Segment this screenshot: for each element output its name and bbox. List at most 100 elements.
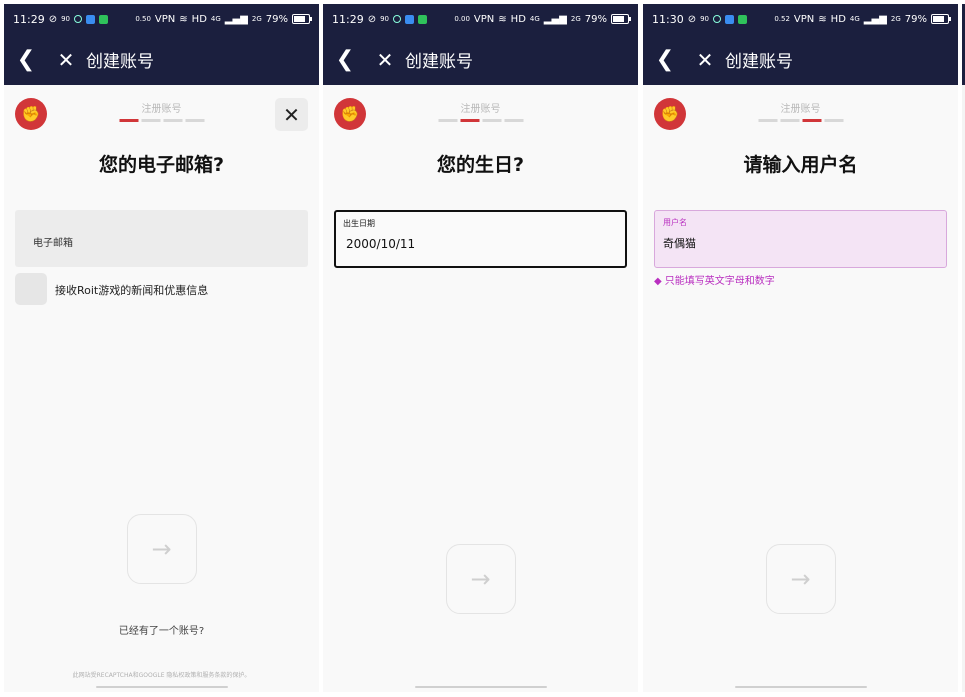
status-bar: 11:29 ⊘ 90 0.50 VPN ≋ HD 4G ▂▄▆ 2G 79% [4,4,319,34]
net-4g-label: 4G [210,15,221,23]
status-bar: 11:29 ⊘ 90 0.00 VPN ≋ HD 4G ▂▄▆ 2G 79% [323,4,638,34]
username-error-hint: ◆ 只能填写英文字母和数字 [654,272,775,287]
username-hint-text: 只能填写英文字母和数字 [664,276,775,287]
app-bar: ❮ ✕ 创建账号 [4,34,319,85]
username-field-label: 用户名 [663,218,687,227]
wifi-icon: ≋ [179,13,188,25]
wifi-icon: ≋ [498,13,507,25]
arrow-right-icon: → [790,565,811,593]
page-heading: 您的生日? [436,154,525,176]
step-label: 注册账号 [780,104,821,115]
battery-icon [292,14,312,24]
progress-step-4 [824,119,843,122]
status-signal-left: 90 [700,15,710,23]
status-time: 11:29 [13,12,45,26]
wechat-icon [99,14,109,24]
home-indicator [734,686,867,688]
net-2g-label: 2G [890,15,901,23]
vpn-label: VPN [793,13,815,25]
close-icon[interactable]: ✕ [367,48,403,72]
birthday-field[interactable]: 出生日期 2000/10/11 [334,210,627,268]
hd-label: HD [830,13,846,25]
progress-step-3 [802,119,821,122]
newsletter-checkbox-label: 接收Roit游戏的新闻和优惠信息 [55,284,209,297]
step-progress [758,119,843,122]
page-heading: 您的电子邮箱? [98,154,225,176]
hd-label: HD [510,13,526,25]
wechat-icon [418,14,428,24]
notification-icon [74,15,83,23]
status-signal-left: 90 [380,15,390,23]
notification-icon [713,15,722,23]
battery-percent: 79% [584,13,607,25]
app-notification-icon [725,14,735,24]
progress-step-1 [438,119,457,122]
back-icon[interactable]: ❮ [4,47,48,72]
net-speed: 0.50 [135,15,151,23]
mute-icon: ⊘ [48,13,58,25]
progress-step-2 [141,119,160,122]
progress-step-2 [460,119,479,122]
battery-icon [931,14,951,24]
phone-screen-username: 11:30 ⊘ 90 0.52 VPN ≋ HD 4G ▂▄▆ 2G 79% ❮… [643,4,958,692]
net-2g-label: 2G [251,15,262,23]
email-field-label: 电子邮箱 [33,238,73,249]
phone-screen-birthday: 11:29 ⊘ 90 0.00 VPN ≋ HD 4G ▂▄▆ 2G 79% ❮… [323,4,638,692]
step-label: 注册账号 [141,104,182,115]
page-heading: 请输入用户名 [743,154,858,176]
warning-diamond-icon: ◆ [654,276,662,287]
email-field[interactable]: 电子邮箱 [15,210,308,267]
vpn-label: VPN [473,13,495,25]
app-bar: ❮ ✕ 创建账号 [323,34,638,85]
hd-label: HD [191,13,207,25]
next-button[interactable]: → [765,544,836,614]
signal-icon: ▂▄▆ [543,13,567,25]
progress-step-1 [758,119,777,122]
back-icon[interactable]: ❮ [323,47,367,72]
progress-step-2 [780,119,799,122]
status-signal-left: 90 [61,15,71,23]
home-indicator [95,686,228,688]
birthday-field-value: 2000/10/11 [346,237,416,251]
vpn-label: VPN [154,13,176,25]
battery-percent: 79% [265,13,288,25]
next-button[interactable]: → [445,544,516,614]
app-notification-icon [86,14,96,24]
app-bar-title: 创建账号 [725,52,793,72]
app-bar: ❮ ✕ 创建账号 [643,34,958,85]
mute-icon: ⊘ [687,13,697,25]
progress-step-3 [482,119,501,122]
home-indicator [414,686,547,688]
net-4g-label: 4G [849,15,860,23]
battery-icon [611,14,631,24]
dismiss-button[interactable]: ✕ [275,98,308,131]
arrow-right-icon: → [470,565,491,593]
net-4g-label: 4G [529,15,540,23]
notification-icon [393,15,402,23]
newsletter-checkbox[interactable] [15,273,47,305]
next-button[interactable]: → [126,514,197,584]
progress-step-1 [119,119,138,122]
progress-step-4 [185,119,204,122]
step-label: 注册账号 [460,104,501,115]
arrow-right-icon: → [151,535,172,563]
wifi-icon: ≋ [818,13,827,25]
username-field-value: 奇偶猫 [663,237,696,250]
have-account-link[interactable]: 已经有了一个账号? [4,622,319,637]
status-time: 11:30 [652,12,684,26]
back-icon[interactable]: ❮ [643,47,687,72]
battery-percent: 79% [904,13,927,25]
app-bar-title: 创建账号 [86,52,154,72]
app-bar-title: 创建账号 [405,52,473,72]
progress-step-3 [163,119,182,122]
birthday-field-label: 出生日期 [343,219,375,228]
net-2g-label: 2G [570,15,581,23]
app-notification-icon [405,14,415,24]
signal-icon: ▂▄▆ [224,13,248,25]
close-icon[interactable]: ✕ [48,48,84,72]
close-icon[interactable]: ✕ [687,48,723,72]
net-speed: 0.00 [454,15,470,23]
username-field[interactable]: 用户名 奇偶猫 [654,210,947,268]
status-time: 11:29 [332,12,364,26]
progress-step-4 [504,119,523,122]
